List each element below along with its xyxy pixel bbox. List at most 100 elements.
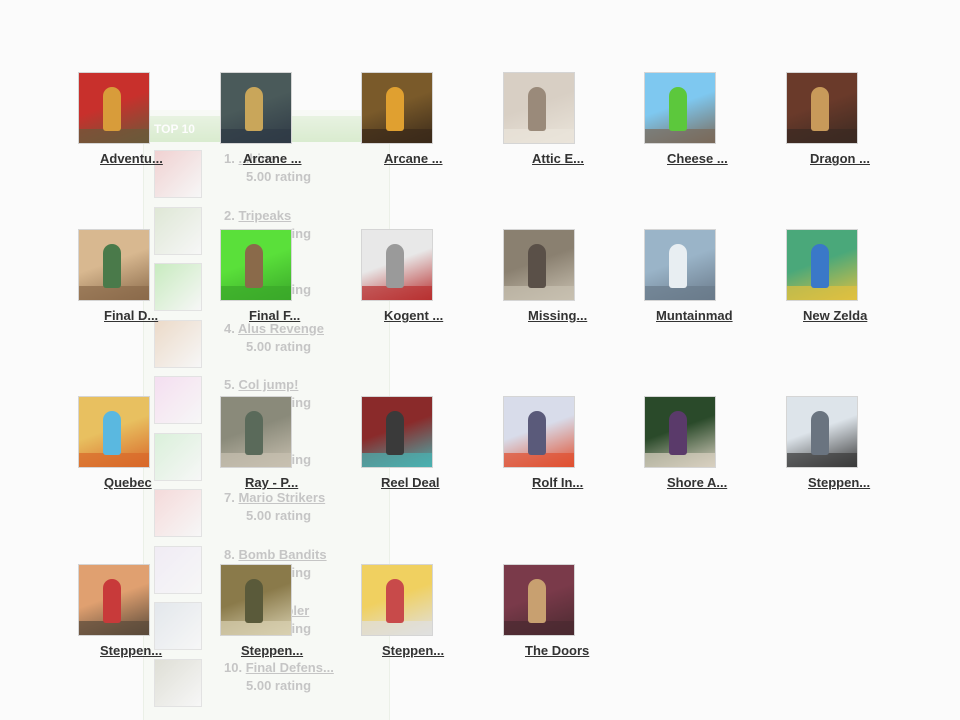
kogent-thumbnail[interactable] xyxy=(361,229,433,301)
game-title-link[interactable]: Arcane ... xyxy=(384,151,443,166)
thumbnail-figure-shape xyxy=(245,87,263,131)
thumbnail-ground-shape xyxy=(787,286,857,300)
new-zelda-thumbnail[interactable] xyxy=(786,229,858,301)
top10-thumbnail[interactable] xyxy=(154,658,202,707)
thumbnail-figure-shape xyxy=(386,579,404,623)
game-title-link[interactable]: Kogent ... xyxy=(384,308,443,323)
game-title-link[interactable]: Steppen... xyxy=(241,643,303,658)
game-tile[interactable]: Reel Deal xyxy=(361,396,471,496)
final-f-thumbnail[interactable] xyxy=(220,229,292,301)
thumbnail-figure-shape xyxy=(103,87,121,131)
game-tile[interactable]: Dragon ... xyxy=(786,72,896,172)
game-tile[interactable]: Missing... xyxy=(503,229,613,329)
the-doors-thumbnail[interactable] xyxy=(503,564,575,636)
top10-game-link[interactable]: Col jump! xyxy=(238,377,298,392)
attic-thumbnail[interactable] xyxy=(503,72,575,144)
game-tile[interactable]: Kogent ... xyxy=(361,229,471,329)
game-title-link[interactable]: Shore A... xyxy=(667,475,727,490)
thumbnail-ground-shape xyxy=(504,453,574,467)
thumbnail-ground-shape xyxy=(362,453,432,467)
top10-rating: 5.00 rating xyxy=(246,677,312,693)
quebec-thumbnail[interactable] xyxy=(78,396,150,468)
arcane-2-thumbnail[interactable] xyxy=(361,72,433,144)
game-tile[interactable]: Steppen... xyxy=(361,564,471,664)
top10-game-link[interactable]: Tripeaks xyxy=(238,208,291,223)
ray-thumbnail[interactable] xyxy=(220,396,292,468)
game-tile[interactable]: Final D... xyxy=(78,229,188,329)
game-tile[interactable]: Ray - P... xyxy=(220,396,330,496)
top10-thumbnail[interactable] xyxy=(154,489,202,537)
game-tile[interactable]: Steppen... xyxy=(786,396,896,496)
thumbnail-ground-shape xyxy=(221,129,291,143)
missing-thumbnail[interactable] xyxy=(503,229,575,301)
game-tile[interactable]: Quebec xyxy=(78,396,188,496)
game-tile[interactable]: Arcane ... xyxy=(220,72,330,172)
game-tile[interactable]: Cheese ... xyxy=(644,72,754,172)
game-title-link[interactable]: Steppen... xyxy=(382,643,444,658)
thumbnail-figure-shape xyxy=(386,411,404,455)
thumbnail-ground-shape xyxy=(645,129,715,143)
game-tile[interactable]: Steppen... xyxy=(78,564,188,664)
game-tile[interactable]: Shore A... xyxy=(644,396,754,496)
thumbnail-figure-shape xyxy=(528,87,546,131)
arcane-1-thumbnail[interactable] xyxy=(220,72,292,144)
game-tile[interactable]: Arcane ... xyxy=(361,72,471,172)
game-title-link[interactable]: Ray - P... xyxy=(245,475,298,490)
thumbnail-figure-shape xyxy=(103,579,121,623)
game-title-link[interactable]: Adventu... xyxy=(100,151,163,166)
game-tile[interactable]: The Doors xyxy=(503,564,613,664)
game-title-link[interactable]: Reel Deal xyxy=(381,475,440,490)
top10-game-link[interactable]: Bomb Bandits xyxy=(238,547,326,562)
game-title-link[interactable]: Rolf In... xyxy=(532,475,583,490)
top10-rank: 2. xyxy=(224,207,239,223)
game-title-link[interactable]: Final D... xyxy=(104,308,158,323)
game-title-link[interactable]: The Doors xyxy=(525,643,589,658)
game-tile[interactable]: New Zelda xyxy=(786,229,896,329)
adventure-thumbnail[interactable] xyxy=(78,72,150,144)
game-title-link[interactable]: Steppen... xyxy=(100,643,162,658)
shore-thumbnail[interactable] xyxy=(644,396,716,468)
thumbnail-figure-shape xyxy=(103,244,121,288)
muntainmad-thumbnail[interactable] xyxy=(644,229,716,301)
game-title-link[interactable]: Dragon ... xyxy=(810,151,870,166)
game-title-link[interactable]: Quebec xyxy=(104,475,152,490)
thumbnail-figure-shape xyxy=(528,411,546,455)
game-title-link[interactable]: Muntainmad xyxy=(656,308,733,323)
thumbnail-figure-shape xyxy=(811,87,829,131)
thumbnail-figure-shape xyxy=(811,244,829,288)
game-tile[interactable]: Rolf In... xyxy=(503,396,613,496)
reel-deal-thumbnail[interactable] xyxy=(361,396,433,468)
game-title-link[interactable]: Steppen... xyxy=(808,475,870,490)
game-title-link[interactable]: Final F... xyxy=(249,308,300,323)
steppen-1-thumbnail[interactable] xyxy=(786,396,858,468)
thumbnail-figure-shape xyxy=(386,87,404,131)
thumbnail-ground-shape xyxy=(362,129,432,143)
thumbnail-ground-shape xyxy=(79,129,149,143)
dragon-thumbnail[interactable] xyxy=(786,72,858,144)
game-tile[interactable]: Muntainmad xyxy=(644,229,754,329)
game-title-link[interactable]: Arcane ... xyxy=(243,151,302,166)
cheese-thumbnail[interactable] xyxy=(644,72,716,144)
game-title-link[interactable]: New Zelda xyxy=(803,308,867,323)
thumbnail-figure-shape xyxy=(245,411,263,455)
thumbnail-ground-shape xyxy=(221,453,291,467)
steppen-3-thumbnail[interactable] xyxy=(220,564,292,636)
thumbnail-ground-shape xyxy=(504,621,574,635)
thumbnail-ground-shape xyxy=(221,286,291,300)
thumbnail-ground-shape xyxy=(645,453,715,467)
top10-rank: 8. xyxy=(224,546,239,562)
game-tile[interactable]: Adventu... xyxy=(78,72,188,172)
game-title-link[interactable]: Attic E... xyxy=(532,151,584,166)
steppen-4-thumbnail[interactable] xyxy=(361,564,433,636)
rolf-thumbnail[interactable] xyxy=(503,396,575,468)
thumbnail-figure-shape xyxy=(528,244,546,288)
game-title-link[interactable]: Cheese ... xyxy=(667,151,728,166)
game-tile[interactable]: Final F... xyxy=(220,229,330,329)
final-d-thumbnail[interactable] xyxy=(78,229,150,301)
thumbnail-figure-shape xyxy=(669,244,687,288)
game-tile[interactable]: Attic E... xyxy=(503,72,613,172)
game-tile[interactable]: Steppen... xyxy=(220,564,330,664)
game-title-link[interactable]: Missing... xyxy=(528,308,587,323)
steppen-2-thumbnail[interactable] xyxy=(78,564,150,636)
thumbnail-figure-shape xyxy=(245,244,263,288)
